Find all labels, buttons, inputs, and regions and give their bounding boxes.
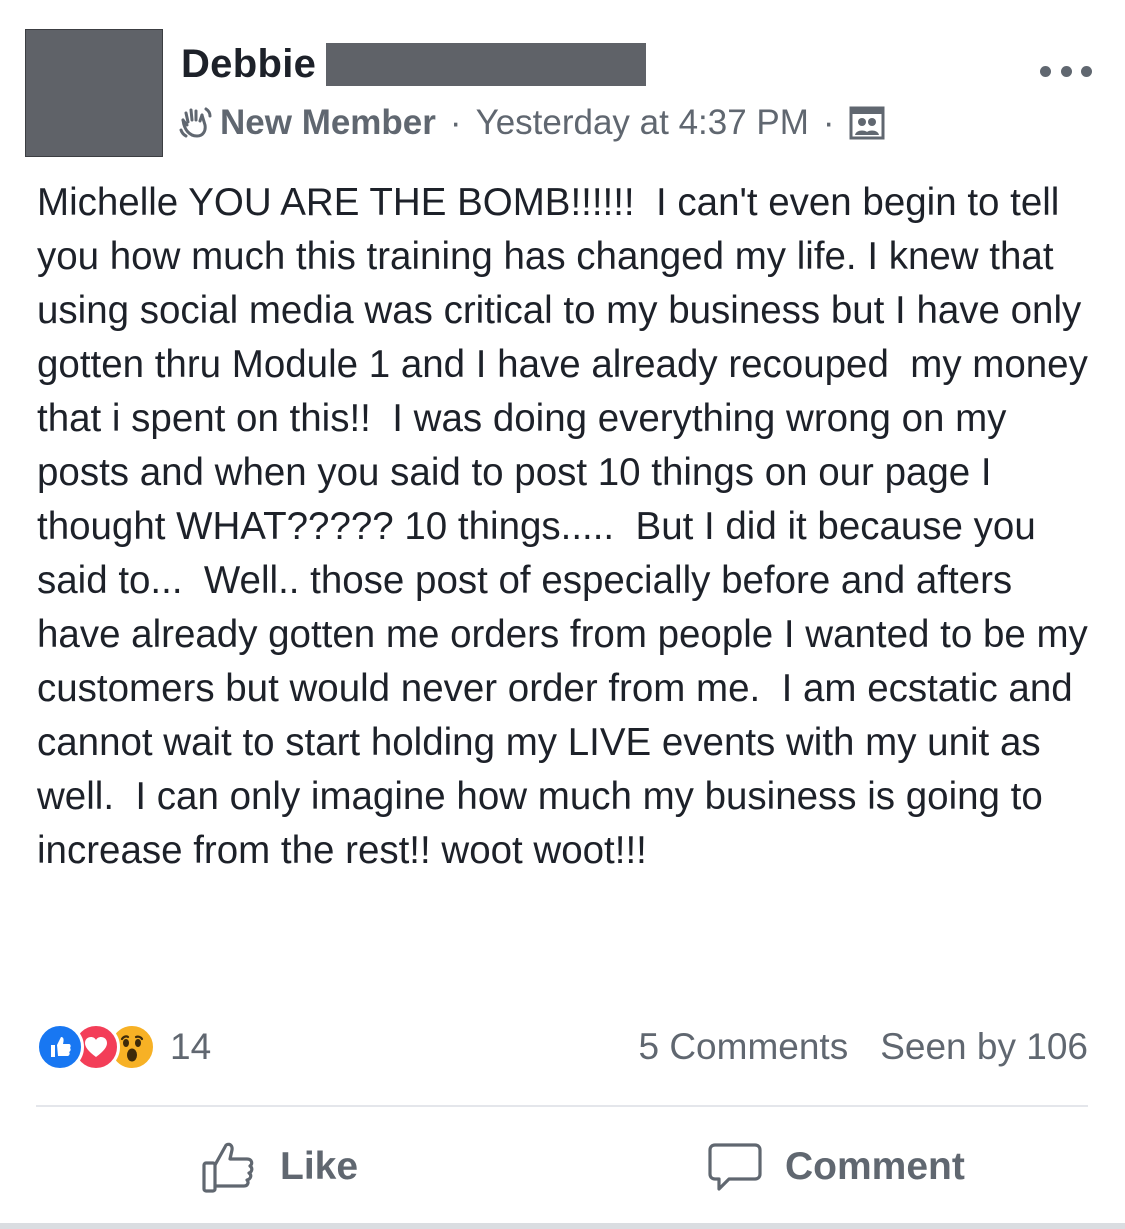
name-redaction xyxy=(326,42,647,86)
thumbs-up-icon xyxy=(202,1142,254,1193)
avatar[interactable] xyxy=(25,29,163,157)
like-button[interactable]: Like xyxy=(200,1135,358,1199)
post-meta: New Member · Yesterday at 4:37 PM · xyxy=(178,100,885,146)
comment-label: Comment xyxy=(785,1145,965,1188)
wave-icon xyxy=(178,105,214,141)
like-reaction-icon xyxy=(36,1023,84,1071)
author-row: Debbie xyxy=(181,40,647,88)
meta-separator: · xyxy=(449,103,462,142)
card-bottom-border xyxy=(0,1223,1125,1229)
meta-separator: · xyxy=(822,103,835,142)
member-badge: New Member xyxy=(220,103,436,142)
more-dot xyxy=(1040,65,1051,77)
comment-button[interactable]: Comment xyxy=(707,1135,965,1199)
reaction-icons[interactable] xyxy=(36,1023,156,1071)
post-timestamp[interactable]: Yesterday at 4:37 PM xyxy=(476,103,809,143)
post-card: Debbie New Member · Yesterday at 4:37 PM… xyxy=(0,0,1125,1229)
comments-count[interactable]: 5 Comments xyxy=(638,1026,848,1068)
action-bar: Like Comment xyxy=(0,1135,1125,1199)
divider xyxy=(36,1105,1088,1107)
group-icon xyxy=(849,106,885,140)
more-icon[interactable] xyxy=(1040,60,1092,82)
author-name[interactable]: Debbie xyxy=(181,42,316,87)
comment-icon xyxy=(708,1143,762,1191)
seen-by[interactable]: Seen by 106 xyxy=(880,1026,1088,1068)
post-stats: 5 Comments Seen by 106 xyxy=(638,1026,1088,1068)
reactions-bar: 14 5 Comments Seen by 106 xyxy=(36,1022,1088,1072)
more-dot xyxy=(1060,65,1072,77)
like-label: Like xyxy=(280,1145,359,1188)
reaction-count[interactable]: 14 xyxy=(170,1026,211,1068)
post-body: Michelle YOU ARE THE BOMB!!!!!! I can't … xyxy=(37,181,1099,872)
more-dot xyxy=(1081,65,1092,77)
